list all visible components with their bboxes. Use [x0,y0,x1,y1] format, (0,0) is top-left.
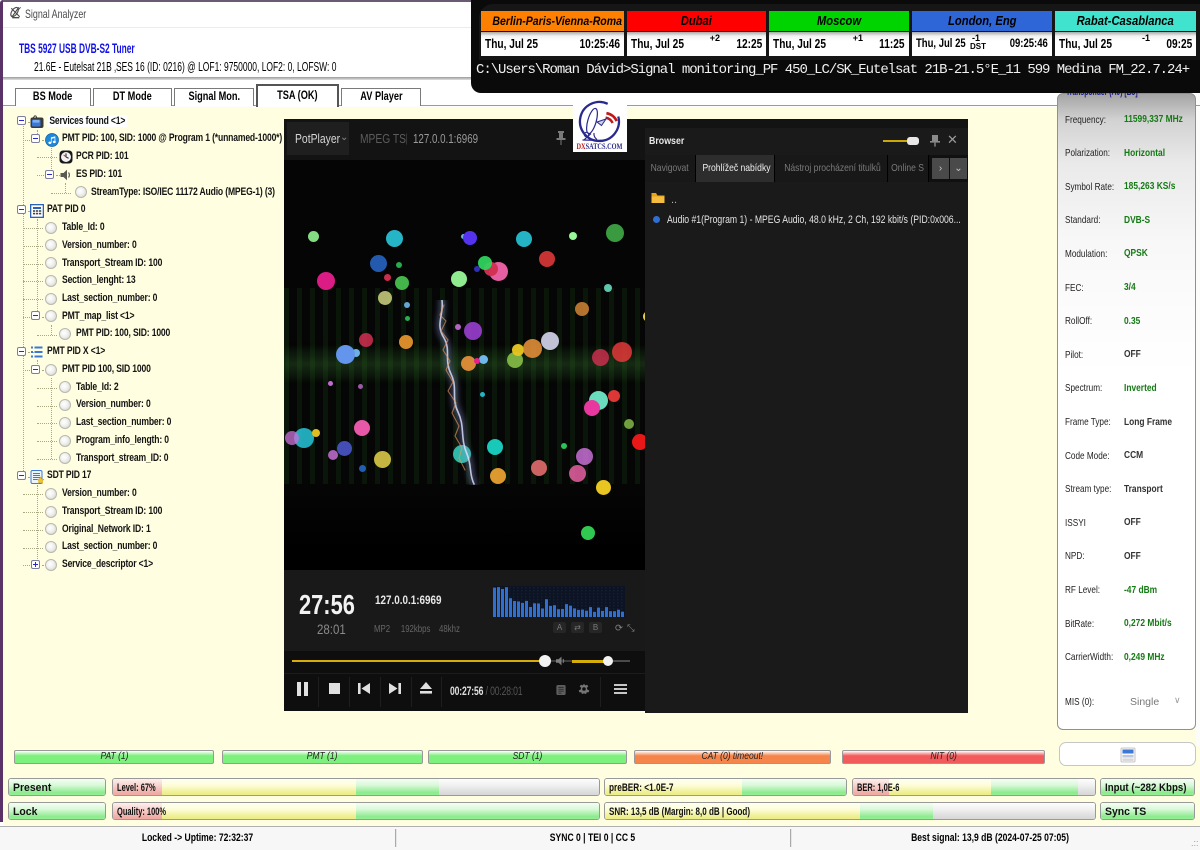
svg-text:DXSATCS.COM: DXSATCS.COM [577,142,623,151]
